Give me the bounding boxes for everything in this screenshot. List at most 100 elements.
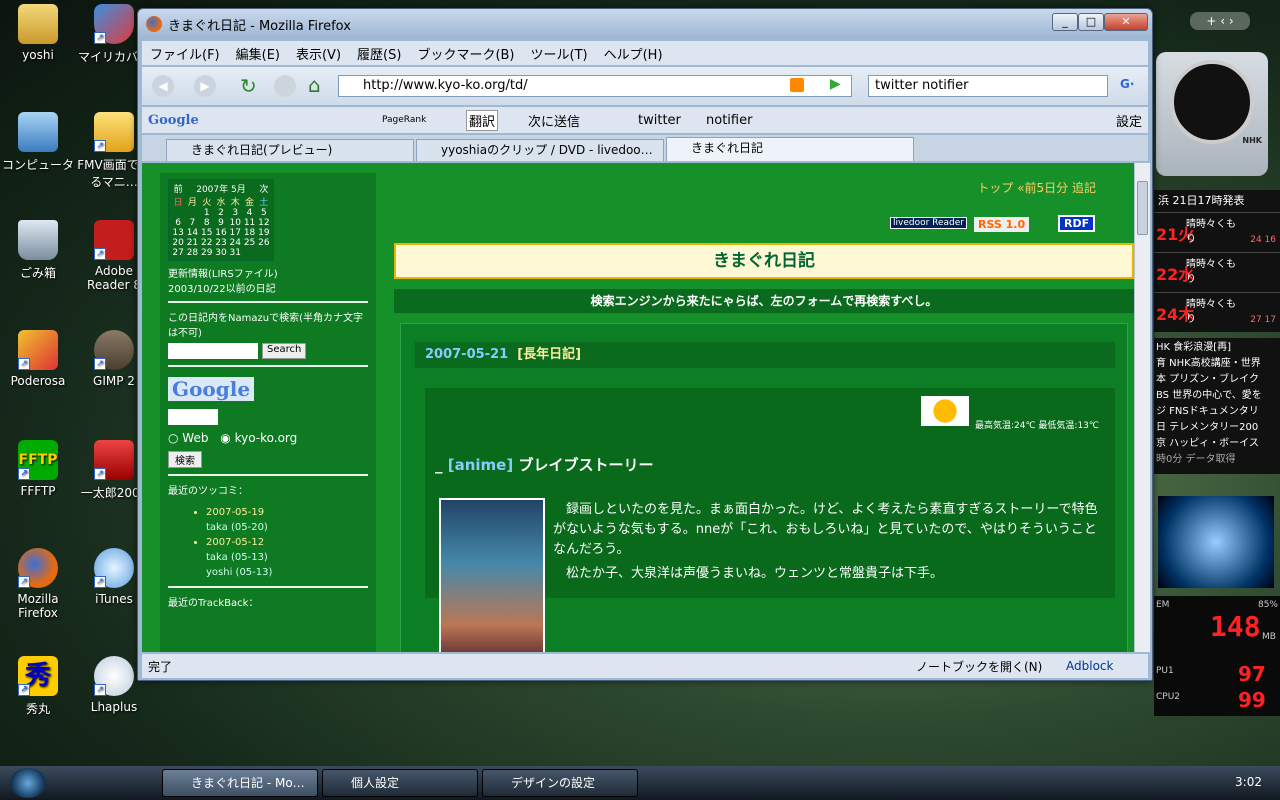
pdf-icon: ↗ (94, 220, 134, 260)
weather-temps: 27 17 (1250, 315, 1276, 325)
recycle-bin-icon (18, 220, 58, 260)
music-icon: ↗ (94, 548, 134, 588)
notifier-button[interactable]: notifier (706, 113, 752, 128)
start-button[interactable] (10, 768, 46, 798)
gadget-controls[interactable]: + ‹ › (1190, 12, 1250, 30)
radio-web[interactable]: ○ (168, 431, 182, 445)
calendar-week: 27 28 29 30 31 (172, 248, 241, 258)
back-icon[interactable]: ◀ (152, 75, 174, 97)
send-to-button[interactable]: 次に送信 (528, 111, 580, 130)
tab-kimagure[interactable]: きまぐれ日記 (666, 137, 914, 161)
divider (168, 474, 368, 476)
minimize-button[interactable]: _ (1052, 13, 1078, 31)
desktop-icon-computer[interactable]: コンピュータ (0, 112, 76, 173)
search-input[interactable]: twitter notifier (868, 75, 1108, 97)
desktop-icon-poderosa[interactable]: ↗ Poderosa (0, 330, 76, 388)
update-link[interactable]: 更新情報(LIRSファイル) (168, 265, 368, 280)
url-input[interactable]: http://www.kyo-ko.org/td/ (338, 75, 852, 97)
trackback-title: 最近のTrackBack： (168, 598, 259, 609)
desktop-icon-ffftp[interactable]: FFTP ↗ FFFTP (0, 440, 76, 498)
notebook-button[interactable]: ノートブックを開く(N) (916, 658, 1042, 675)
entry-paragraph-2: 松たか子、大泉洋は声優うまいね。ウェンツと常盤貴子は下手。 (566, 566, 944, 581)
entry-tag-link[interactable]: [anime] (448, 456, 513, 474)
menu-view[interactable]: 表示(V) (296, 44, 341, 63)
desktop-icon-recycle-bin[interactable]: ごみ箱 (0, 220, 76, 281)
entry-body: 最高気温:24℃ 最低気温:13℃ _ [anime] ブレイブストーリー 録画… (425, 388, 1115, 652)
livedoor-reader-badge[interactable]: livedoor Reader (890, 217, 968, 229)
diary-day: 2007-05-21 [長年日記] 最高気温:24℃ 最低気温:13℃ _ [a… (400, 323, 1128, 652)
desktop-icon-yoshi[interactable]: yoshi (0, 4, 76, 62)
reload-icon[interactable]: ↻ (240, 75, 262, 97)
tab-livedoor-clip[interactable]: yyoshiaのクリップ / DVD - livedoo… (416, 139, 664, 161)
clock-gadget: NHK (1156, 52, 1268, 176)
forward-icon[interactable]: ▶ (194, 75, 216, 97)
menu-edit[interactable]: 編集(E) (236, 44, 280, 63)
gimp-icon: ↗ (94, 330, 134, 370)
adblock-button[interactable]: Adblock (1066, 659, 1113, 673)
status-text: 完了 (148, 659, 173, 674)
status-bar: 完了 ノートブックを開く(N) Adblock (142, 654, 1148, 678)
page-title: きまぐれ日記 (394, 243, 1134, 279)
tab-preview[interactable]: きまぐれ日記(プレビュー) (166, 139, 414, 161)
google-logo: Google (168, 377, 255, 401)
editor-icon: 秀 ↗ (18, 656, 58, 696)
desktop-icon-hidemaru[interactable]: 秀 ↗ 秀丸 (0, 656, 76, 717)
maximize-button[interactable]: □ (1078, 13, 1104, 31)
navigation-toolbar: ◀ ▶ ↻ ⌂ http://www.kyo-ko.org/td/ ▶ twit… (142, 67, 1148, 105)
google-search-button[interactable]: 検索 (168, 451, 202, 468)
stop-icon[interactable] (274, 75, 296, 97)
radio-site[interactable]: ◉ (220, 431, 234, 445)
folder-icon (18, 4, 58, 44)
weather-desc: 晴時々くも り (1186, 259, 1236, 285)
settings-button[interactable]: 設定 (1116, 111, 1142, 130)
top-links[interactable]: トップ «前5日分 追記 (977, 179, 1096, 196)
clock[interactable]: 3:02 (1235, 775, 1262, 789)
divider (168, 586, 368, 588)
taskbar-personal-settings[interactable]: 個人設定 (322, 769, 478, 797)
google-search-input[interactable] (168, 409, 218, 425)
calendar-prev-link[interactable]: 前 (171, 182, 185, 195)
calendar-month: 2007年 5月 (196, 185, 246, 195)
vertical-scrollbar[interactable] (1134, 163, 1150, 652)
menu-file[interactable]: ファイル(F) (150, 44, 220, 63)
taskbar-design-settings[interactable]: デザインの設定 (482, 769, 638, 797)
google-toolbar-logo[interactable]: Google (148, 113, 199, 128)
title-bar[interactable]: きまぐれ日記 - Mozilla Firefox (138, 9, 1152, 39)
entry-date[interactable]: 2007-05-21 (425, 347, 508, 362)
window-title: きまぐれ日記 - Mozilla Firefox (168, 18, 351, 34)
search-engine-icon[interactable]: G· (1120, 77, 1134, 91)
meter-gadget: EM 85% 148 MB PU1 97 CPU2 99 (1154, 596, 1280, 716)
home-icon[interactable]: ⌂ (308, 73, 321, 97)
namazu-search-input[interactable] (168, 343, 258, 359)
menu-tools[interactable]: ツール(T) (531, 44, 588, 63)
menu-help[interactable]: ヘルプ(H) (604, 44, 663, 63)
dvd-cover-image[interactable] (439, 498, 545, 652)
rdf-badge[interactable]: RDF (1058, 215, 1096, 232)
desktop-icon-firefox[interactable]: ↗ Mozilla Firefox (0, 548, 76, 620)
rss-feed-icon[interactable] (790, 78, 804, 92)
divider (168, 301, 368, 303)
new-tab-icon[interactable] (142, 139, 166, 161)
entry-category: [長年日記] (517, 347, 582, 362)
translate-button[interactable]: 翻訳 (466, 109, 499, 131)
firefox-icon: ↗ (18, 548, 58, 588)
rss-badge[interactable]: RSS 1.0 (974, 217, 1030, 232)
weather-desc: 晴時々くも り (1186, 219, 1236, 245)
taskbar-firefox[interactable]: きまぐれ日記 - Mo… (162, 769, 318, 797)
weather-row: 21火 晴時々くも り 24 16 (1154, 212, 1280, 250)
weather-text: 最高気温:24℃ 最低気温:13℃ (974, 421, 1099, 431)
menu-bookmarks[interactable]: ブックマーク(B) (417, 44, 514, 63)
scrollbar-thumb[interactable] (1137, 181, 1148, 235)
entry-heading: _ [anime] ブレイブストーリー (435, 456, 654, 474)
namazu-search-button[interactable]: Search (262, 343, 307, 359)
twitter-button[interactable]: twitter (638, 113, 681, 128)
calendar-next-link[interactable]: 次 (257, 182, 271, 195)
older-diary-link[interactable]: 2003/10/22以前の日記 (168, 280, 368, 295)
go-icon[interactable]: ▶ (830, 76, 841, 92)
menu-history[interactable]: 履歴(S) (357, 44, 401, 63)
close-button[interactable]: ✕ (1104, 13, 1148, 31)
tsukkomi-title: 最近のツッコミ： (168, 486, 248, 497)
word-processor-icon: ↗ (94, 440, 134, 480)
google-toolbar: Google PageRank 翻訳 次に送信 twitter notifier… (142, 107, 1148, 133)
main-area: トップ «前5日分 追記 livedoor Reader RSS 1.0 RDF… (394, 163, 1134, 652)
